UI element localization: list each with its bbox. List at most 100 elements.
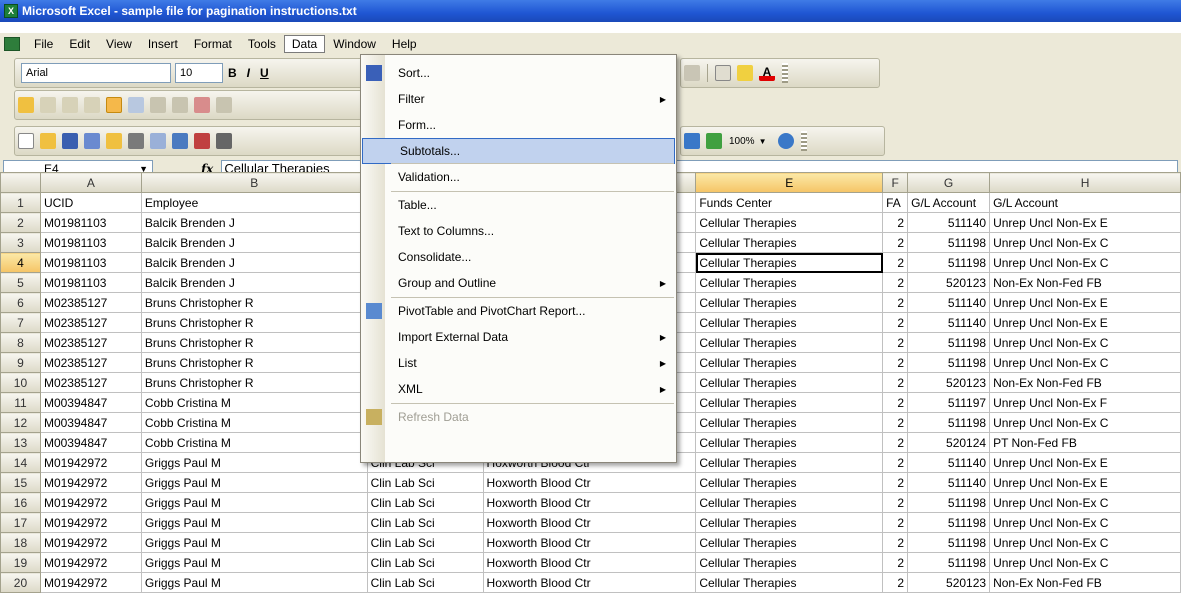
cell[interactable]: Unrep Uncl Non-Ex E [989,292,1181,313]
select-all-corner[interactable] [0,172,41,193]
cell[interactable]: Unrep Uncl Non-Ex C [989,232,1181,253]
menu-item-group-and-outline[interactable]: Group and Outline ▶ [361,270,676,296]
cell[interactable]: Unrep Uncl Non-Ex C [989,512,1181,533]
cell[interactable]: M00394847 [39,432,142,453]
cell[interactable]: 2 [882,412,909,433]
cell[interactable]: Cellular Therapies [695,292,884,313]
cell[interactable]: 2 [882,392,909,413]
cell[interactable]: 520123 [907,272,991,293]
cut-icon[interactable] [216,133,232,149]
open-folder-icon[interactable] [40,133,56,149]
cell[interactable]: Balcik Brenden J [140,212,368,233]
cell[interactable]: M01942972 [39,532,142,553]
menu-edit[interactable]: Edit [61,35,98,53]
cell[interactable]: Cellular Therapies [695,312,884,333]
cell[interactable]: Griggs Paul M [140,572,368,593]
menu-file[interactable]: File [26,35,61,53]
cell[interactable]: 511198 [907,352,991,373]
cell[interactable]: Bruns Christopher R [140,332,368,353]
menu-item-sort[interactable]: Sort... [361,60,676,86]
cell[interactable]: 2 [882,312,909,333]
cell[interactable]: Hoxworth Blood Ctr [482,532,697,553]
cell[interactable]: Unrep Uncl Non-Ex E [989,212,1181,233]
cell[interactable]: 2 [882,452,909,473]
cell[interactable]: 2 [882,432,909,453]
cell[interactable]: M00394847 [39,392,142,413]
toolbar-icon[interactable] [40,97,56,113]
cell[interactable]: Griggs Paul M [140,472,368,493]
email-icon[interactable] [106,133,122,149]
cell[interactable]: 2 [882,332,909,353]
cell[interactable]: Clin Lab Sci [366,492,484,513]
menu-item-table[interactable]: Table... [361,192,676,218]
cell[interactable]: 2 [882,372,909,393]
cell[interactable]: Cellular Therapies [695,552,884,573]
save-icon[interactable] [62,133,78,149]
cell[interactable]: Non-Ex Non-Fed FB [989,272,1181,293]
cell[interactable]: M01942972 [39,512,142,533]
cell[interactable]: 511140 [907,312,991,333]
cell[interactable]: Unrep Uncl Non-Ex C [989,532,1181,553]
row-header[interactable]: 3 [0,232,41,253]
cell[interactable]: Cellular Therapies [695,532,884,553]
toolbar-icon[interactable] [128,97,144,113]
font-size-box[interactable]: 10 [175,63,223,83]
cell[interactable]: 520124 [907,432,991,453]
menu-item-form[interactable]: Form... [361,112,676,138]
row-header[interactable]: 4 [0,252,41,273]
cell[interactable]: Cellular Therapies [695,352,884,373]
cell[interactable]: 2 [882,492,909,513]
cell[interactable]: M02385127 [39,292,142,313]
cell[interactable]: G/L Account [989,192,1181,213]
cell[interactable]: 2 [882,572,909,593]
cell[interactable]: Unrep Uncl Non-Ex C [989,492,1181,513]
menu-item-refresh-data[interactable]: Refresh Data [361,404,676,430]
cell[interactable]: Cellular Therapies [695,332,884,353]
column-header-f[interactable]: F [882,172,909,193]
cell[interactable]: 2 [882,472,909,493]
cell[interactable]: Unrep Uncl Non-Ex F [989,392,1181,413]
cell[interactable]: 511198 [907,552,991,573]
cell[interactable]: Cellular Therapies [695,452,884,473]
row-header[interactable]: 13 [0,432,41,453]
cell[interactable]: Cellular Therapies [695,512,884,533]
permission-icon[interactable] [84,133,100,149]
cell[interactable]: 2 [882,212,909,233]
cell[interactable]: Clin Lab Sci [366,472,484,493]
cell[interactable]: M01942972 [39,552,142,573]
cell[interactable]: UCID [39,192,142,213]
menu-item-list[interactable]: List ▶ [361,350,676,376]
cell[interactable]: Cellular Therapies [695,472,884,493]
cell[interactable]: Clin Lab Sci [366,552,484,573]
toolbar-icon[interactable] [216,97,232,113]
cell[interactable]: Balcik Brenden J [140,232,368,253]
row-header[interactable]: 7 [0,312,41,333]
toolbar-icon[interactable] [172,97,188,113]
column-header-b[interactable]: B [140,172,368,193]
bold-button[interactable]: B [228,66,237,80]
toolbar-icon[interactable] [62,97,78,113]
row-header[interactable]: 1 [0,192,41,213]
cell[interactable]: Griggs Paul M [140,552,368,573]
cell[interactable]: Balcik Brenden J [140,252,368,273]
italic-button[interactable]: I [247,66,250,80]
cell[interactable]: Bruns Christopher R [140,352,368,373]
cell[interactable]: Clin Lab Sci [366,572,484,593]
new-file-icon[interactable] [18,133,34,149]
cell[interactable]: 511198 [907,332,991,353]
cell[interactable]: Non-Ex Non-Fed FB [989,572,1181,593]
cell[interactable]: Balcik Brenden J [140,272,368,293]
row-header[interactable]: 11 [0,392,41,413]
cell[interactable]: Hoxworth Blood Ctr [482,512,697,533]
active-tool-icon[interactable] [106,97,122,113]
cell[interactable]: Hoxworth Blood Ctr [482,552,697,573]
cell[interactable]: 2 [882,252,909,273]
cell[interactable]: Cellular Therapies [695,412,884,433]
row-header[interactable]: 12 [0,412,41,433]
cell[interactable]: Cellular Therapies [695,432,884,453]
cell[interactable]: M01981103 [39,272,142,293]
menu-insert[interactable]: Insert [140,35,186,53]
row-header[interactable]: 5 [0,272,41,293]
cell[interactable]: Cellular Therapies [695,212,884,233]
cell[interactable]: FA [882,192,909,213]
